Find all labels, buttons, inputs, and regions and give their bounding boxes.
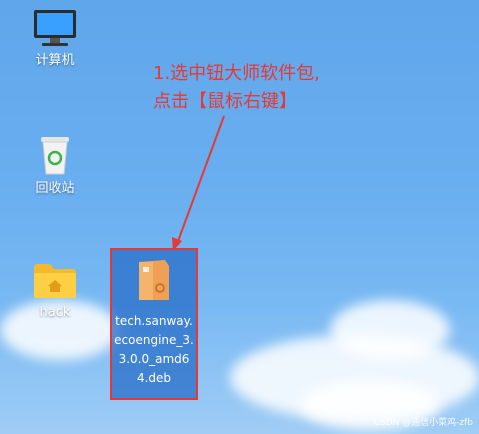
watermark: CSDN @通信小菜鸡-zfb bbox=[373, 418, 473, 428]
desktop-background[interactable]: 计算机 回收站 hack tech.sanway.ecoengine_3.3.0… bbox=[0, 0, 479, 434]
annotation-arrow bbox=[172, 115, 225, 251]
